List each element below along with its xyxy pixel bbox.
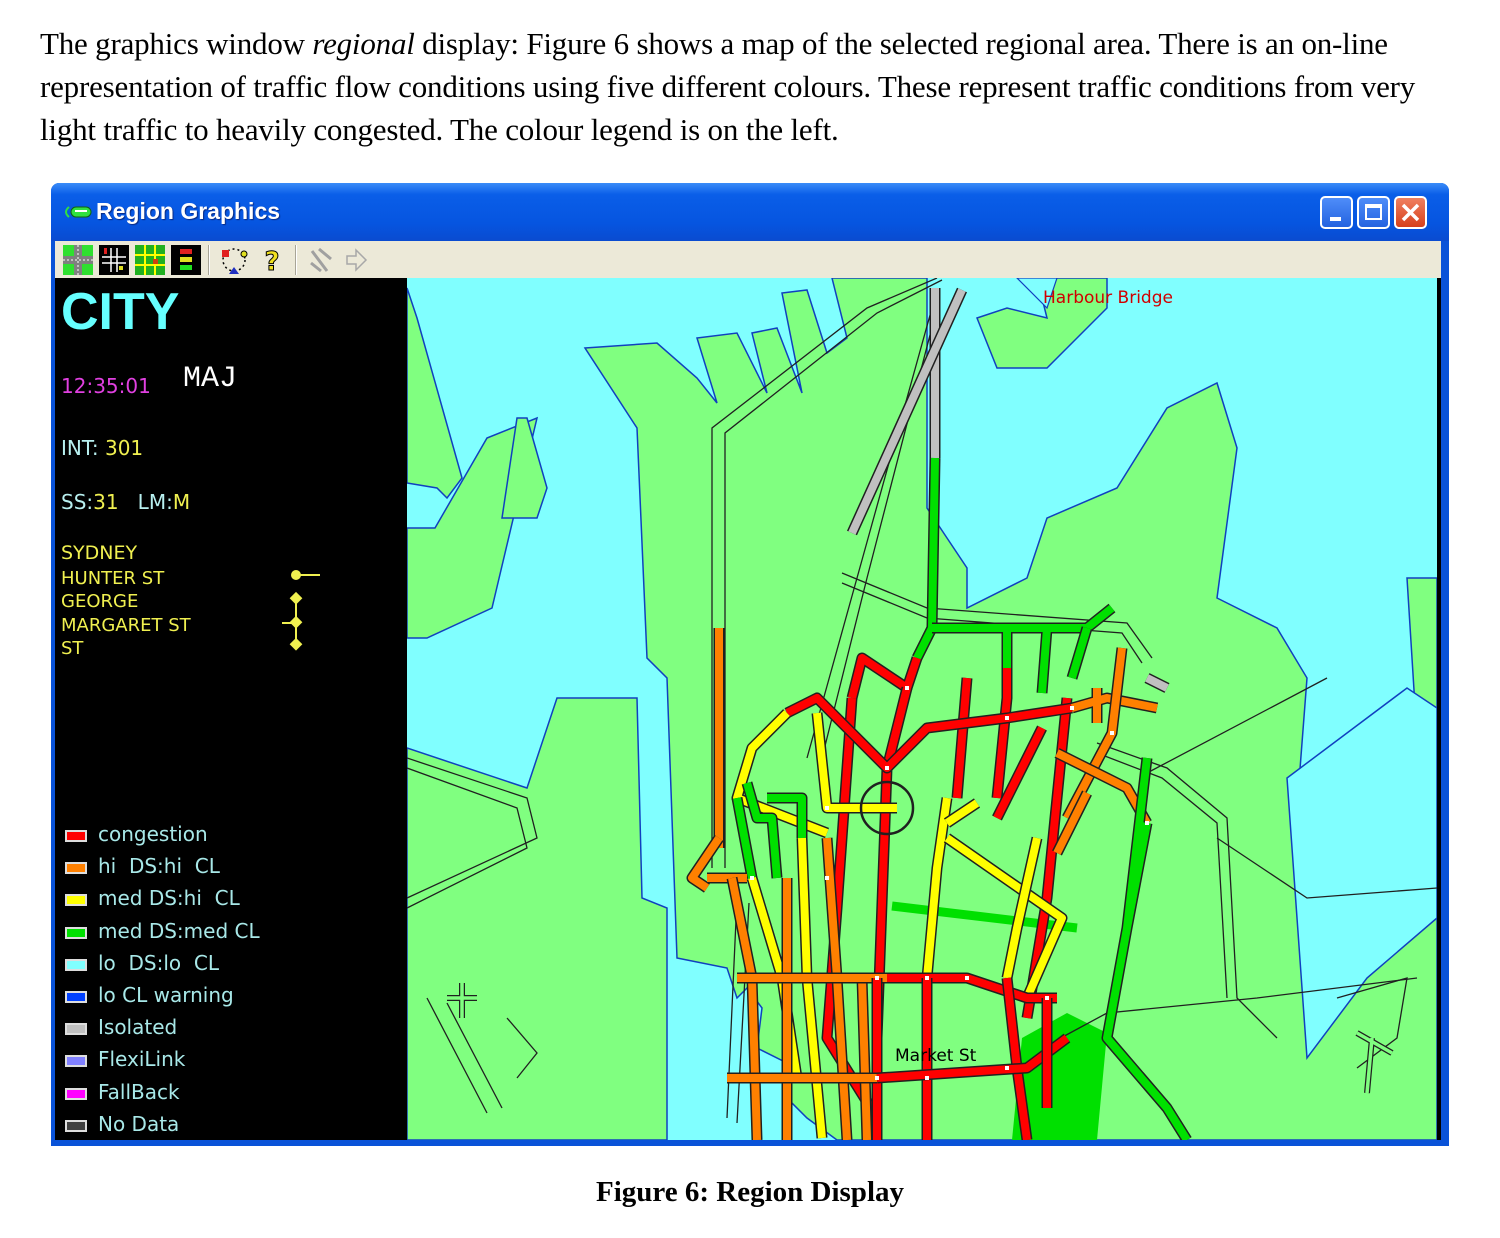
subsystem-readout: SS:31 LM:M: [61, 490, 190, 514]
paragraph-italic: regional: [312, 26, 415, 61]
window-border: [1437, 278, 1441, 1140]
legend-item: congestion: [63, 822, 383, 854]
region-name: CITY: [61, 283, 180, 341]
legend-label: med DS:med CL: [98, 918, 260, 943]
legend-swatch: [65, 958, 87, 971]
maximize-icon: [1365, 204, 1382, 220]
intersection-node: [1005, 1066, 1009, 1070]
region-map[interactable]: Harbour Bridge Market St: [407, 278, 1437, 1140]
title-bar[interactable]: Region Graphics: [51, 183, 1449, 241]
harbour-bridge-label: Harbour Bridge: [1043, 288, 1173, 308]
legend-label: med DS:hi CL: [98, 886, 240, 911]
legend-item: FallBack: [63, 1080, 383, 1112]
figure-caption: Figure 6: Region Display: [596, 1176, 904, 1208]
intro-paragraph: The graphics window regional display: Fi…: [40, 22, 1460, 151]
cycle-timer-icon[interactable]: [219, 245, 249, 275]
toolbar-separator: [208, 245, 210, 275]
land-area: [407, 697, 668, 1140]
location-line: HUNTER ST: [61, 568, 165, 589]
location-line: MARGARET ST: [61, 615, 191, 636]
intersection-node: [925, 976, 929, 980]
intersection-node: [1145, 821, 1149, 825]
intersection-node: [825, 876, 829, 880]
legend-label: FallBack: [98, 1079, 180, 1104]
signal-phase-icon[interactable]: [171, 245, 201, 275]
intersection-node: [875, 1076, 879, 1080]
intersection-node: [1005, 716, 1009, 720]
legend-item: lo CL warning: [63, 983, 383, 1015]
clock-time: 12:35:01: [61, 374, 151, 398]
tools-icon-disabled[interactable]: [307, 245, 337, 275]
legend-item: FlexiLink: [63, 1047, 383, 1079]
info-panel: CITY 12:35:01 MAJ INT: 301 SS:31 LM:M SY…: [55, 278, 407, 1140]
legend-item: No Data: [63, 1112, 383, 1144]
intersection-node: [925, 1076, 929, 1080]
intersection-node: [825, 806, 829, 810]
lm-label: LM:: [137, 490, 173, 514]
legend-swatch: [65, 1055, 87, 1068]
window-title: Region Graphics: [96, 198, 281, 224]
intersection-diagram-icon: [282, 570, 320, 651]
legend-swatch: [65, 991, 87, 1003]
grid-map-icon[interactable]: [135, 245, 165, 275]
legend-swatch: [65, 1119, 87, 1132]
legend-item: med DS:med CL: [63, 919, 383, 951]
legend-swatch: [65, 894, 87, 907]
operating-mode: MAJ: [183, 362, 238, 396]
intersection-node: [1045, 996, 1049, 1000]
legend-item: Isolated: [63, 1015, 383, 1047]
road-link-hi: [858, 977, 871, 1140]
app-icon: [65, 206, 92, 218]
close-button[interactable]: [1394, 196, 1427, 229]
intersection-node: [1070, 706, 1074, 710]
legend-swatch: [65, 1023, 87, 1036]
land-area: [407, 287, 463, 500]
intersection-node: [875, 976, 879, 980]
int-value: 301: [104, 436, 144, 460]
toolbar: ?: [55, 241, 1441, 278]
legend-item: lo DS:lo CL: [63, 951, 383, 983]
minimize-icon: [1330, 217, 1341, 221]
toolbar-separator: [295, 245, 297, 275]
legend-label: congestion: [98, 822, 208, 846]
detector-layout-icon[interactable]: [99, 245, 129, 275]
location-line: ST: [61, 638, 84, 659]
lm-value: M: [172, 490, 191, 514]
legend-swatch: [65, 1087, 87, 1100]
intersection-node: [885, 766, 889, 770]
intersection-view-icon[interactable]: [63, 245, 93, 275]
market-st-label: Market St: [895, 1046, 977, 1066]
legend-label: lo DS:lo CL: [98, 950, 219, 975]
map-canvas[interactable]: [407, 278, 1437, 1140]
int-label: INT:: [61, 436, 99, 460]
close-icon: [1401, 203, 1420, 222]
legend-label: lo CL warning: [98, 983, 234, 1007]
svg-text:?: ?: [264, 247, 279, 275]
intersection-node: [750, 876, 754, 880]
legend-swatch: [65, 830, 87, 842]
legend-label: hi DS:hi CL: [98, 854, 220, 879]
intersection-node: [965, 976, 969, 980]
maximize-button[interactable]: [1357, 196, 1390, 229]
intersection-node: [1110, 731, 1114, 735]
legend-item: med DS:hi CL: [63, 886, 383, 918]
help-icon[interactable]: ?: [257, 245, 287, 276]
legend-swatch: [65, 862, 87, 875]
intersection-readout: INT: 301: [61, 436, 143, 460]
ss-value: 31: [93, 490, 119, 514]
paragraph-text: The graphics window: [40, 26, 313, 61]
minimize-button[interactable]: [1320, 196, 1353, 229]
ss-label: SS:: [61, 490, 94, 514]
legend-label: No Data: [98, 1111, 180, 1136]
legend-item: hi DS:hi CL: [63, 854, 383, 886]
region-graphics-window: Region Graphics ? CITY 12:35:01 MAJ INT:…: [51, 183, 1449, 1146]
intersection-node: [905, 686, 909, 690]
location-line: GEORGE: [61, 591, 139, 612]
legend-swatch: [65, 926, 87, 939]
location-line: SYDNEY: [61, 542, 138, 564]
legend-label: FlexiLink: [98, 1047, 186, 1072]
forward-arrow-icon-disabled[interactable]: [341, 245, 371, 275]
legend-label: Isolated: [98, 1015, 178, 1040]
